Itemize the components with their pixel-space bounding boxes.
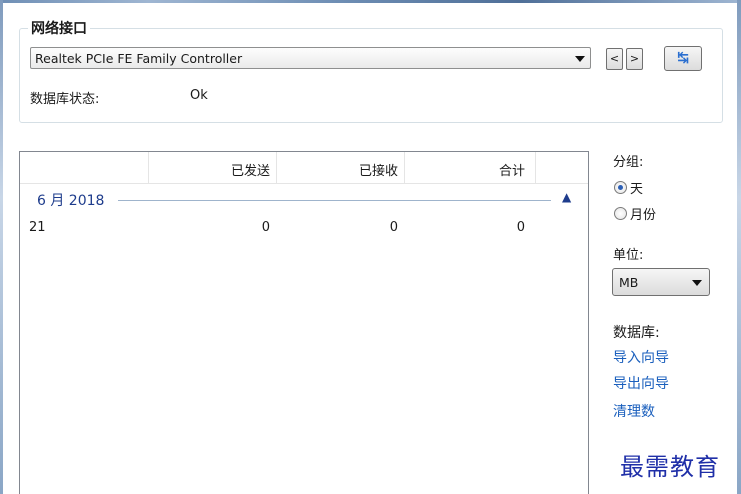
database-status-label: 数据库状态:	[30, 92, 100, 107]
column-separator	[276, 152, 277, 183]
window-left-border	[0, 0, 3, 494]
group-header[interactable]: 6 月 2018	[37, 190, 104, 210]
export-wizard-link[interactable]: 导出向导	[613, 373, 669, 393]
traffic-list[interactable]: 已发送 已接收 合计 6 月 2018 ▲ 21 0 0 0	[19, 151, 589, 494]
interface-dropdown-value: Realtek PCIe FE Family Controller	[35, 51, 243, 66]
grouping-label: 分组:	[613, 155, 644, 170]
chevron-down-icon	[692, 280, 702, 286]
previous-interface-button[interactable]: <	[606, 48, 623, 70]
column-header-received[interactable]: 已接收	[278, 160, 398, 179]
watermark-text: 最需教育	[620, 453, 720, 481]
database-label: 数据库:	[613, 325, 660, 341]
row-total: 0	[516, 220, 525, 235]
unit-label: 单位:	[613, 248, 644, 263]
interface-dropdown[interactable]: Realtek PCIe FE Family Controller	[30, 47, 591, 69]
row-received: 0	[389, 220, 398, 235]
swap-arrows-icon: ↹	[677, 50, 689, 66]
radio-month-label[interactable]: 月份	[630, 204, 656, 223]
window-right-border	[737, 0, 741, 494]
unit-select-value: MB	[619, 275, 639, 290]
import-wizard-link[interactable]: 导入向导	[613, 347, 669, 367]
network-interface-group	[19, 28, 723, 123]
database-status-value: Ok	[190, 88, 208, 103]
row-sent: 0	[261, 220, 270, 235]
list-header: 已发送 已接收 合计	[20, 152, 588, 184]
group-divider	[118, 200, 551, 201]
column-header-sent[interactable]: 已发送	[150, 160, 270, 179]
radio-day-label[interactable]: 天	[630, 178, 643, 197]
radio-month[interactable]	[614, 207, 627, 220]
network-interface-title: 网络接口	[28, 18, 90, 38]
window-top-border	[0, 0, 741, 3]
unit-select[interactable]: MB	[612, 268, 710, 296]
next-interface-button[interactable]: >	[626, 48, 643, 70]
chevron-down-icon	[575, 56, 585, 62]
swap-refresh-button[interactable]: ↹	[664, 46, 702, 71]
chevron-up-icon[interactable]: ▲	[562, 190, 571, 204]
cleanup-link[interactable]: 清理数	[613, 401, 655, 421]
column-separator	[148, 152, 149, 183]
column-header-total[interactable]: 合计	[406, 160, 525, 179]
radio-day[interactable]	[614, 181, 627, 194]
row-date: 21	[29, 220, 46, 235]
column-separator	[535, 152, 536, 183]
column-separator	[404, 152, 405, 183]
